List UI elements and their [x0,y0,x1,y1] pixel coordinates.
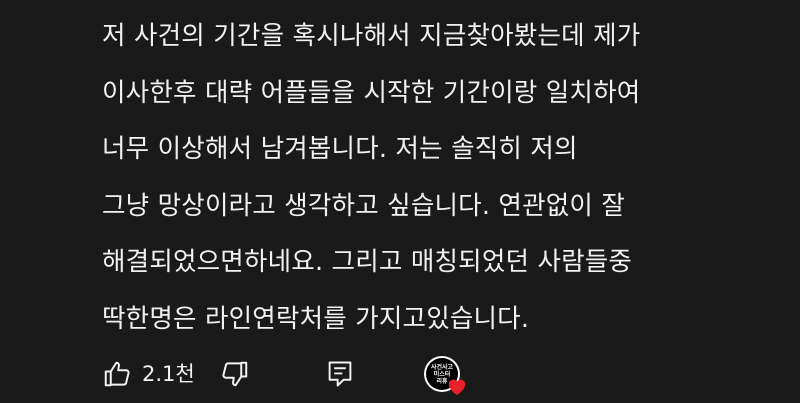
dislike-button[interactable] [220,352,250,396]
thumbs-up-icon [102,359,132,389]
comment-line-5: 해결되었으면하네요. 그리고 매칭되었던 사람들중 [102,247,633,277]
like-count: 2.1천 [142,362,195,386]
comment-line-2: 이사한후 대략 어플들을 시작한 기간이랑 일치하여 [102,77,641,108]
heart-icon [446,376,468,400]
reply-comment-icon [326,359,354,389]
comment-line-4: 그냥 망상이라고 생각하고 싶습니다. 연관없이 잘 [102,190,626,221]
comment-text: 저 사건의 기간을 혹시나해서 지금찾아봤는데 제가 이사한후 대략 어플들을 … [102,8,792,347]
reply-button[interactable] [326,352,354,396]
thumbs-down-icon [220,359,250,389]
creator-heart-badge: 사건사고 미스터 리휴 [424,356,476,396]
comment-action-bar: 2.1천 사건사고 미스터 리휴 [102,352,522,396]
comment-line-1: 저 사건의 기간을 혹시나해서 지금찾아봤는데 제가 [102,21,641,51]
comment-line-6: 딱한명은 라인연락처를 가지고있습니다. [102,303,530,334]
comment-line-3: 너무 이상해서 남겨봅니다. 저는 솔직히 저의 [102,134,578,164]
like-button[interactable]: 2.1천 [102,352,195,396]
